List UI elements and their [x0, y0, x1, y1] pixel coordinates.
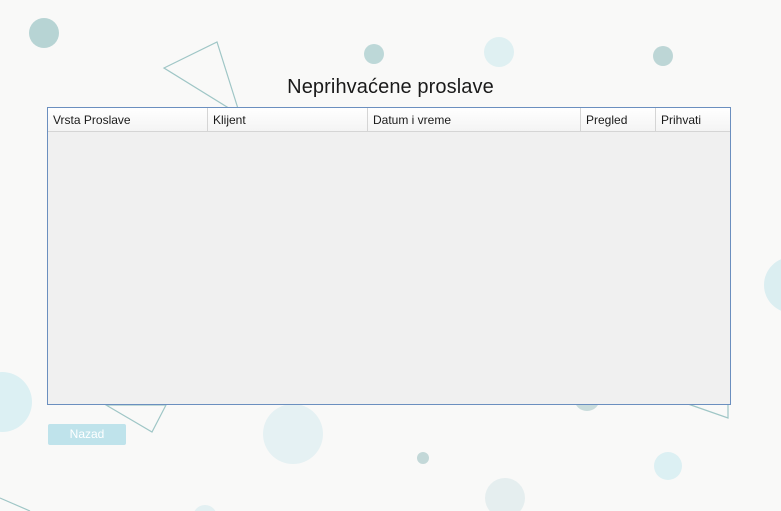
proslave-table[interactable]: Vrsta Proslave Klijent Datum i vreme Pre… — [47, 107, 731, 405]
column-header-datum-i-vreme[interactable]: Datum i vreme — [368, 108, 581, 131]
decor-circle — [29, 18, 59, 48]
column-header-klijent[interactable]: Klijent — [208, 108, 368, 131]
decor-line — [0, 497, 31, 511]
decor-circle — [485, 478, 525, 511]
decor-circle — [654, 452, 682, 480]
decor-circle — [764, 259, 781, 311]
decor-circle — [417, 452, 429, 464]
decor-circle — [194, 505, 216, 511]
decor-circle — [263, 404, 323, 464]
back-button[interactable]: Nazad — [48, 424, 126, 445]
table-header: Vrsta Proslave Klijent Datum i vreme Pre… — [48, 108, 730, 132]
decor-circle — [653, 46, 673, 66]
column-header-pregled[interactable]: Pregled — [581, 108, 656, 131]
page-title: Neprihvaćene proslave — [287, 76, 494, 98]
decor-circle — [484, 37, 514, 67]
column-header-vrsta-proslave[interactable]: Vrsta Proslave — [48, 108, 208, 131]
column-header-prihvati[interactable]: Prihvati — [656, 108, 730, 131]
table-body — [48, 132, 730, 404]
decor-triangle — [687, 403, 729, 419]
decor-circle — [0, 372, 32, 432]
decor-circle — [364, 44, 384, 64]
